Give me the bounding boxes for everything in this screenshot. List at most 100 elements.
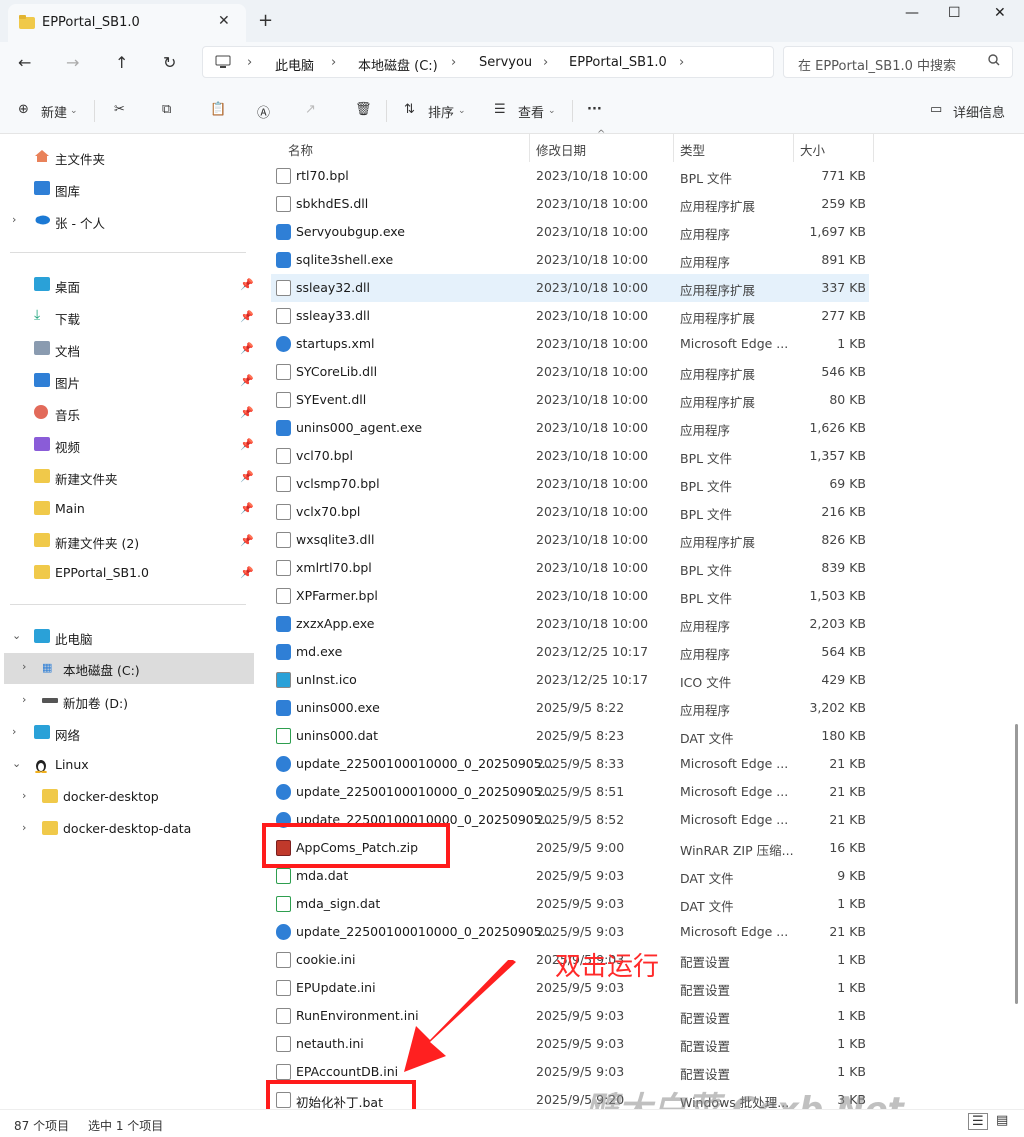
maximize-button[interactable]: ☐ (948, 5, 961, 21)
up-button[interactable]: ↑ (115, 53, 128, 72)
table-row[interactable]: netauth.ini 2025/9/5 9:03 配置设置 1 KB (271, 1030, 869, 1058)
table-row[interactable]: update_22500100010000_0_20250905... 2025/… (271, 918, 869, 946)
sidebar-item-documents[interactable]: 文档 📌 (0, 334, 254, 364)
pin-icon[interactable]: 📌 (240, 502, 254, 515)
table-row[interactable]: update_22500100010000_0_20250905... 2025/… (271, 750, 869, 778)
details-button[interactable]: 详细信息 (953, 102, 1005, 121)
tiles-view-icon[interactable]: ▤ (996, 1113, 1008, 1128)
chevron-right-icon[interactable]: › (22, 789, 26, 802)
pin-icon[interactable]: 📌 (240, 566, 254, 579)
table-row[interactable]: XPFarmer.bpl 2023/10/18 10:00 BPL 文件 1,503 … (271, 582, 869, 610)
pin-icon[interactable]: 📌 (240, 342, 254, 355)
sidebar-item-this-pc[interactable]: ⌄ 此电脑 (0, 622, 254, 652)
pin-icon[interactable]: 📌 (240, 310, 254, 323)
table-row[interactable]: SYEvent.dll 2023/10/18 10:00 应用程序扩展 80 KB (271, 386, 869, 414)
close-button[interactable]: ✕ (994, 5, 1006, 21)
pin-icon[interactable]: 📌 (240, 534, 254, 547)
breadcrumb-this-pc[interactable]: 此电脑 (275, 55, 314, 74)
sidebar-item-music[interactable]: 音乐 📌 (0, 398, 254, 428)
view-button[interactable]: 查看 (518, 102, 544, 121)
chevron-right-icon[interactable]: › (12, 725, 16, 738)
column-size[interactable]: 大小 (800, 140, 825, 159)
sidebar-item-main[interactable]: Main 📌 (0, 494, 254, 524)
new-tab-button[interactable]: + (258, 10, 273, 31)
table-row[interactable]: SYCoreLib.dll 2023/10/18 10:00 应用程序扩展 546 K… (271, 358, 869, 386)
sidebar-item-drive-c[interactable]: › ▦ 本地磁盘 (C:) (4, 653, 254, 684)
table-row[interactable]: update_22500100010000_0_20250905... 2025/… (271, 778, 869, 806)
table-row[interactable]: vclsmp70.bpl 2023/10/18 10:00 BPL 文件 69 KB (271, 470, 869, 498)
sidebar-item-pictures[interactable]: 图片 📌 (0, 366, 254, 396)
rename-icon[interactable]: Ⓐ (257, 102, 270, 121)
chevron-down-icon[interactable]: ⌄ (12, 757, 21, 770)
tab-epportal[interactable]: EPPortal_SB1.0 ✕ (8, 4, 246, 42)
new-button[interactable]: 新建 (41, 102, 67, 121)
table-row[interactable]: sqlite3shell.exe 2023/10/18 10:00 应用程序 891 … (271, 246, 869, 274)
column-name[interactable]: 名称 (288, 140, 313, 159)
sidebar-item-new-folder-2[interactable]: 新建文件夹 (2) 📌 (0, 526, 254, 556)
table-row[interactable]: RunEnvironment.ini 2025/9/5 9:03 配置设置 1 KB (271, 1002, 869, 1030)
search-box[interactable]: 在 EPPortal_SB1.0 中搜索 (783, 46, 1013, 78)
sidebar-item-network[interactable]: › 网络 (0, 718, 254, 748)
forward-button[interactable]: → (66, 53, 79, 72)
copy-icon[interactable]: ⧉ (162, 102, 171, 117)
pin-icon[interactable]: 📌 (240, 406, 254, 419)
chevron-right-icon[interactable]: › (22, 821, 26, 834)
table-row[interactable]: vclx70.bpl 2023/10/18 10:00 BPL 文件 216 KB (271, 498, 869, 526)
sort-button[interactable]: 排序 (428, 102, 454, 121)
sidebar-item-epportal[interactable]: EPPortal_SB1.0 📌 (0, 558, 254, 588)
chevron-down-icon[interactable]: ⌄ (12, 629, 21, 642)
table-row[interactable]: unins000.exe 2025/9/5 8:22 应用程序 3,202 KB (271, 694, 869, 722)
sidebar-item-desktop[interactable]: 桌面 📌 (0, 270, 254, 300)
table-row[interactable]: md.exe 2023/12/25 10:17 应用程序 564 KB (271, 638, 869, 666)
sidebar-item-videos[interactable]: 视频 📌 (0, 430, 254, 460)
more-options-button[interactable]: ··· (587, 102, 602, 117)
search-input[interactable]: 在 EPPortal_SB1.0 中搜索 (798, 55, 956, 74)
address-bar[interactable]: › 此电脑 › 本地磁盘 (C:) › Servyou › EPPortal_S… (202, 46, 774, 78)
table-row[interactable]: startups.xml 2023/10/18 10:00 Microsoft Ed… (271, 330, 869, 358)
refresh-button[interactable]: ↻ (163, 53, 176, 72)
share-icon[interactable]: ↗ (305, 102, 316, 117)
cut-icon[interactable]: ✂ (114, 102, 125, 117)
table-row[interactable]: xmlrtl70.bpl 2023/10/18 10:00 BPL 文件 839 KB (271, 554, 869, 582)
minimize-button[interactable]: — (905, 5, 919, 21)
chevron-right-icon[interactable]: › (22, 693, 26, 706)
sidebar-item-gallery[interactable]: 图库 (0, 174, 254, 204)
breadcrumb-servyou[interactable]: Servyou (479, 55, 532, 70)
pin-icon[interactable]: 📌 (240, 374, 254, 387)
table-row[interactable]: zxzxApp.exe 2023/10/18 10:00 应用程序 2,203 KB (271, 610, 869, 638)
details-view-icon[interactable]: ☰ (968, 1113, 988, 1130)
table-row[interactable]: vcl70.bpl 2023/10/18 10:00 BPL 文件 1,357 KB (271, 442, 869, 470)
sidebar-item-onedrive[interactable]: › 张 - 个人 (0, 206, 254, 236)
table-row[interactable]: unInst.ico 2023/12/25 10:17 ICO 文件 429 KB (271, 666, 869, 694)
table-row[interactable]: ssleay32.dll 2023/10/18 10:00 应用程序扩展 337 KB (271, 274, 869, 302)
table-row[interactable]: unins000.dat 2025/9/5 8:23 DAT 文件 180 KB (271, 722, 869, 750)
table-row[interactable]: mda_sign.dat 2025/9/5 9:03 DAT 文件 1 KB (271, 890, 869, 918)
sidebar-item-new-folder[interactable]: 新建文件夹 📌 (0, 462, 254, 492)
column-type[interactable]: 类型 (680, 140, 705, 159)
pin-icon[interactable]: 📌 (240, 278, 254, 291)
table-row[interactable]: wxsqlite3.dll 2023/10/18 10:00 应用程序扩展 826 K… (271, 526, 869, 554)
sidebar-item-downloads[interactable]: ⤓ 下载 📌 (0, 302, 254, 332)
tab-close-icon[interactable]: ✕ (218, 13, 230, 29)
pin-icon[interactable]: 📌 (240, 438, 254, 451)
sidebar-item-docker-desktop-data[interactable]: › docker-desktop-data (0, 814, 254, 844)
table-row[interactable]: sbkhdES.dll 2023/10/18 10:00 应用程序扩展 259 KB (271, 190, 869, 218)
sidebar-item-linux[interactable]: ⌄ Linux (0, 750, 254, 780)
column-date[interactable]: 修改日期 (536, 140, 586, 159)
table-row[interactable]: rtl70.bpl 2023/10/18 10:00 BPL 文件 771 KB (271, 162, 869, 190)
sidebar-item-home[interactable]: 主文件夹 (0, 142, 254, 172)
delete-icon[interactable]: 🗑 (355, 102, 372, 117)
pin-icon[interactable]: 📌 (240, 470, 254, 483)
scrollbar[interactable] (1015, 724, 1018, 1004)
table-row[interactable]: Servyoubgup.exe 2023/10/18 10:00 应用程序 1,697… (271, 218, 869, 246)
chevron-right-icon[interactable]: › (22, 660, 26, 673)
table-row[interactable]: ssleay33.dll 2023/10/18 10:00 应用程序扩展 277 KB (271, 302, 869, 330)
back-button[interactable]: ← (18, 53, 31, 72)
sidebar-item-docker-desktop[interactable]: › docker-desktop (0, 782, 254, 812)
breadcrumb-drive-c[interactable]: 本地磁盘 (C:) (358, 55, 438, 74)
chevron-right-icon[interactable]: › (12, 213, 16, 226)
paste-icon[interactable]: 📋 (210, 102, 226, 117)
table-row[interactable]: unins000_agent.exe 2023/10/18 10:00 应用程序 1,… (271, 414, 869, 442)
breadcrumb-epportal[interactable]: EPPortal_SB1.0 (569, 55, 667, 70)
sidebar-item-drive-d[interactable]: › 新加卷 (D:) (0, 686, 254, 716)
